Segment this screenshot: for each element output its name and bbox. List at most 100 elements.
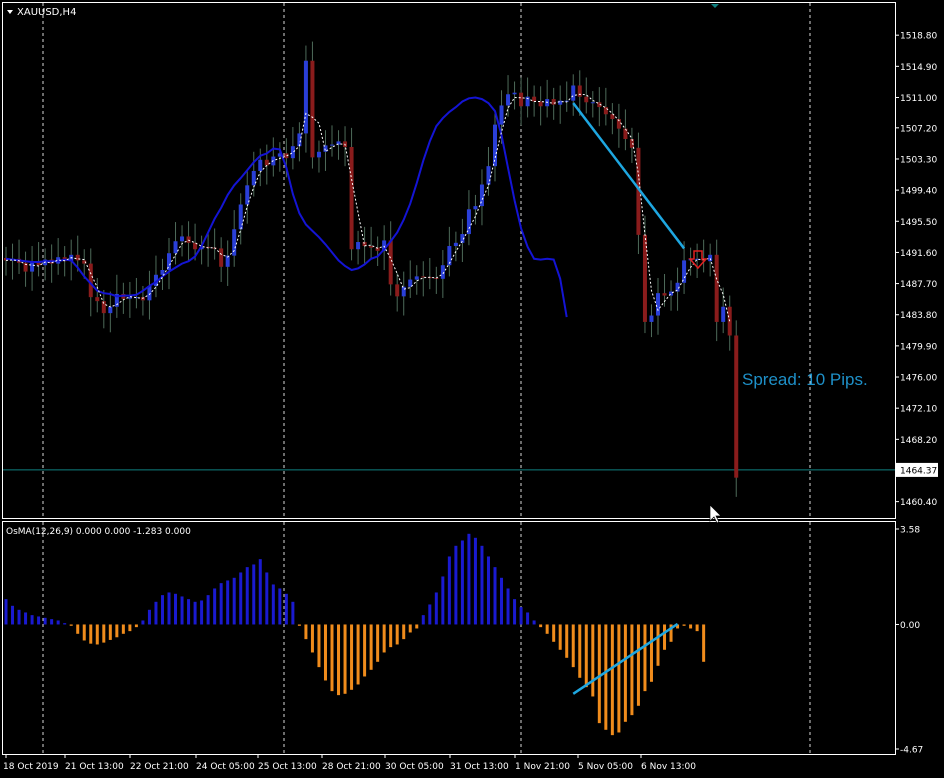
candle-body	[486, 166, 491, 185]
osma-bar	[591, 624, 595, 697]
osma-bar	[180, 596, 184, 625]
osma-bar	[356, 624, 360, 685]
candle-body	[558, 100, 563, 105]
osma-bar	[460, 540, 464, 625]
osma-bar	[434, 592, 438, 625]
osma-bar	[500, 577, 504, 625]
price-tick-label: 1511.00	[900, 94, 937, 104]
osma-bar	[147, 609, 151, 625]
price-tick-label: 1503.30	[900, 155, 937, 165]
price-tick-label: 1518.80	[900, 32, 937, 42]
candle-body	[258, 159, 263, 171]
osma-bar	[206, 595, 210, 625]
osma-tick-label: -4.67	[900, 746, 923, 756]
osma-bar	[584, 624, 588, 688]
osma-bar	[141, 620, 145, 625]
osma-bar	[597, 624, 601, 724]
osma-bar	[95, 624, 99, 645]
scroll-marker-icon	[711, 4, 719, 8]
current-price-label: 1464.37	[900, 466, 937, 476]
candle-body	[290, 146, 295, 159]
ma-slow-line	[5, 96, 568, 318]
candle-body	[538, 101, 543, 107]
candle-body	[662, 293, 667, 296]
osma-bar	[513, 599, 517, 625]
osma-bar	[636, 624, 640, 706]
candle-body	[186, 236, 191, 243]
osma-bar	[317, 624, 321, 668]
osma-bar	[532, 620, 536, 625]
osma-bar	[623, 624, 627, 722]
osma-bar	[682, 624, 686, 626]
ma-fast-line	[5, 93, 731, 322]
osma-bar	[376, 624, 380, 662]
candle-body	[532, 96, 537, 102]
price-tick-label: 1468.20	[900, 436, 937, 446]
time-tick-label: 6 Nov 13:00	[641, 762, 696, 772]
osma-bar	[617, 624, 621, 733]
candle-body	[414, 276, 419, 280]
osma-bar	[82, 624, 86, 641]
osma-bar	[421, 615, 425, 625]
osma-bar	[506, 588, 510, 625]
candle-body	[108, 306, 113, 314]
symbol-dropdown-icon[interactable]	[7, 10, 13, 14]
trendlines	[572, 102, 686, 695]
osma-bar	[604, 624, 608, 730]
osma-bar	[50, 619, 54, 625]
osma-bar	[304, 624, 308, 640]
price-tick-label: 1472.10	[900, 405, 937, 415]
osma-bar	[408, 624, 412, 633]
osma-bar	[441, 576, 445, 625]
candle-body	[310, 60, 315, 158]
osma-tick-label: 0.00	[900, 621, 920, 631]
osma-bar	[369, 624, 373, 670]
osma-bar	[630, 624, 634, 716]
main-chart-title: XAUUSD,H4	[17, 7, 76, 18]
osma-bar	[643, 624, 647, 692]
osma-bar	[486, 556, 490, 625]
chart-canvas[interactable]: 1518.80 1514.90 1511.00 1507.20 1503.30 1499.…	[0, 0, 944, 778]
candle-body	[603, 107, 608, 115]
osma-bar	[297, 624, 301, 626]
osma-bar	[284, 593, 288, 625]
osma-bar	[226, 580, 230, 625]
candle-body	[88, 263, 93, 298]
price-tick-label: 1507.20	[900, 124, 937, 134]
time-tick-label: 30 Oct 05:00	[385, 762, 444, 772]
osma-bar	[56, 620, 60, 625]
osma-bar	[24, 612, 28, 625]
osma-bar	[343, 624, 347, 694]
candle-body	[682, 260, 687, 283]
candle-body	[512, 92, 517, 95]
time-tick-label: 25 Oct 13:00	[258, 762, 317, 772]
candle-body	[577, 85, 582, 97]
candle-body	[395, 284, 400, 297]
osma-bar	[154, 601, 158, 625]
osma-bar	[174, 593, 178, 625]
osma-bar	[578, 624, 582, 678]
candle-body	[238, 204, 243, 230]
osma-bar	[467, 533, 471, 625]
candle-body	[349, 146, 354, 250]
candle-body	[506, 94, 511, 106]
price-tick-label: 1499.40	[900, 187, 937, 197]
osma-bar	[558, 624, 562, 650]
time-tick-label: 5 Nov 05:00	[578, 762, 633, 772]
candle-body	[180, 236, 185, 242]
osma-bar	[102, 624, 106, 643]
indicator-title: OsMA(12,26,9) 0.000 0.000 -1.283 0.000	[6, 527, 191, 537]
osma-bar	[11, 605, 15, 625]
osma-bar	[447, 556, 451, 625]
candle-body	[453, 242, 458, 247]
osma-bar	[37, 616, 41, 625]
price-tick-label: 1483.80	[900, 311, 937, 321]
osma-bar	[239, 572, 243, 625]
osma-bar	[330, 624, 334, 692]
candle-body	[127, 297, 132, 299]
osma-bar	[493, 567, 497, 625]
time-tick-label: 1 Nov 21:00	[515, 762, 570, 772]
osma-bar	[187, 599, 191, 625]
osma-bar	[17, 609, 21, 625]
time-tick-label: 18 Oct 2019	[3, 762, 59, 772]
